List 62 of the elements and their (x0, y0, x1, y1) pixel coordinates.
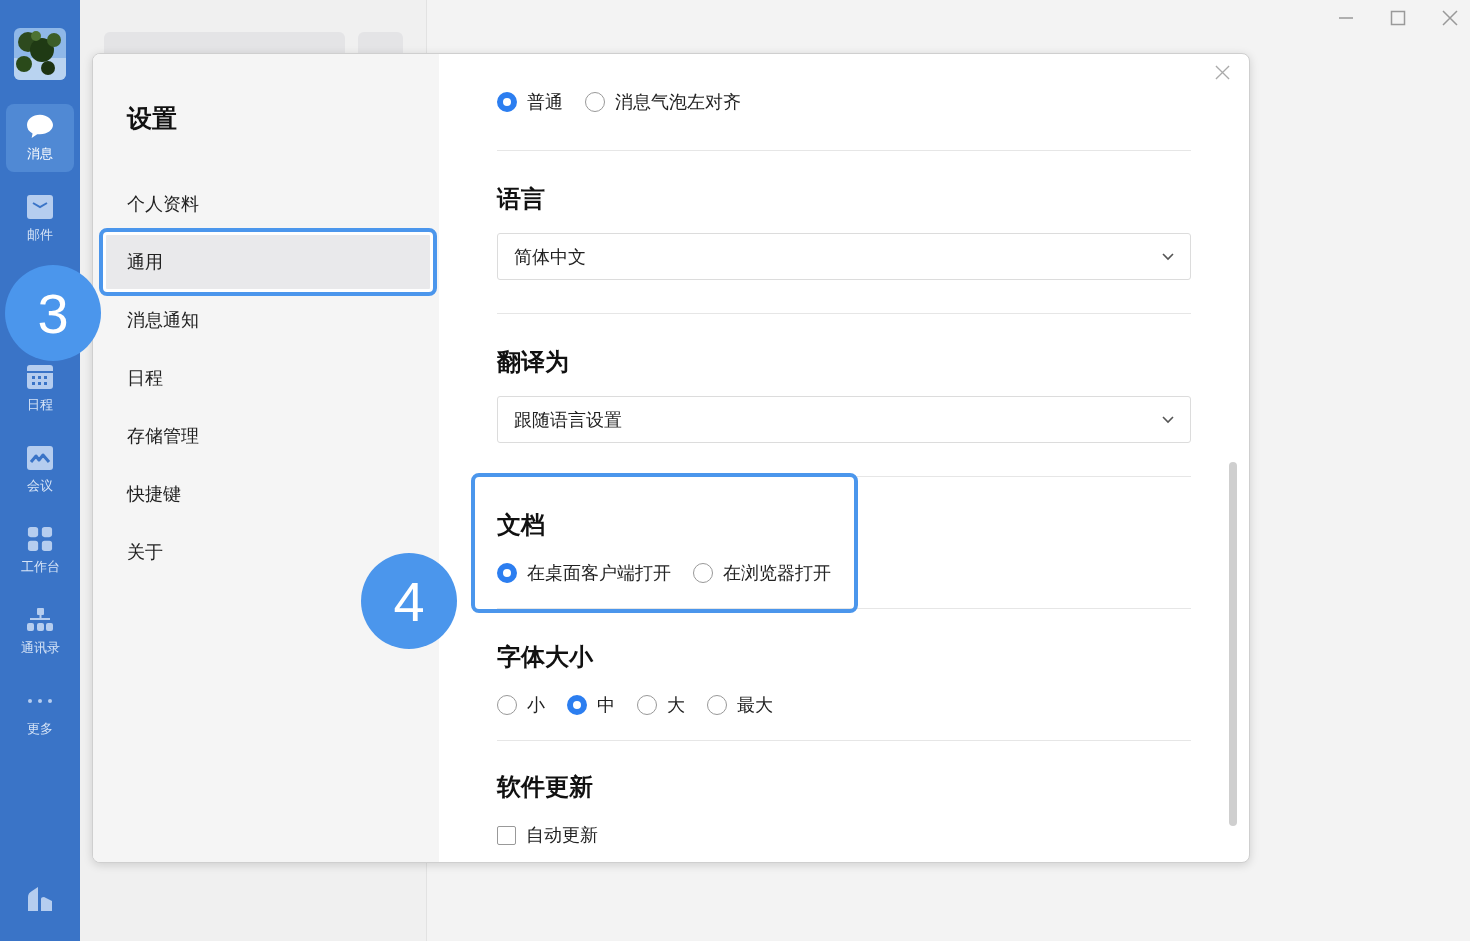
radio-button[interactable] (497, 695, 517, 715)
chat-bubble-icon (26, 113, 54, 139)
language-dropdown[interactable]: 简体中文 (497, 233, 1191, 280)
radio-label: 中 (597, 693, 615, 717)
sidebar-item[interactable]: 日程 (6, 359, 74, 419)
sidebar-item[interactable]: 更多 (6, 683, 74, 743)
radio-button[interactable] (707, 695, 727, 715)
radio-option[interactable]: 最大 (707, 693, 773, 717)
calendar-icon (26, 364, 54, 390)
radio-label: 最大 (737, 693, 773, 717)
radio-option[interactable]: 在浏览器打开 (693, 561, 831, 585)
settings-nav-item[interactable]: 关于 (105, 525, 175, 579)
chevron-down-icon (1162, 415, 1174, 424)
org-chart-icon (26, 607, 54, 633)
close-icon[interactable] (1442, 10, 1458, 26)
radio-label: 小 (527, 693, 545, 717)
section-title: 软件更新 (497, 772, 594, 803)
mountain-icon (26, 445, 54, 471)
section-title: 字体大小 (497, 642, 594, 673)
maximize-icon[interactable] (1390, 10, 1406, 26)
section-title: 翻译为 (497, 347, 570, 378)
checkbox-label: 自动更新 (526, 823, 598, 847)
radio-option[interactable]: 在桌面客户端打开 (497, 561, 671, 585)
radio-label: 在浏览器打开 (723, 561, 831, 585)
radio-button[interactable] (567, 695, 587, 715)
sidebar-item[interactable]: 消息 (6, 104, 74, 172)
settings-nav-item[interactable]: 存储管理 (105, 409, 211, 463)
more-icon (26, 698, 54, 704)
settings-nav-item[interactable]: 消息通知 (105, 293, 211, 347)
section-title: 文档 (497, 510, 546, 541)
scrollbar[interactable] (1229, 462, 1237, 826)
checkbox[interactable] (497, 825, 516, 845)
radio-label: 普通 (527, 90, 563, 114)
sidebar-item[interactable]: 通讯录 (6, 602, 74, 662)
radio-button[interactable] (497, 563, 517, 583)
radio-option[interactable]: 小 (497, 693, 545, 717)
radio-label: 在桌面客户端打开 (527, 561, 671, 585)
sidebar-item[interactable]: 工作台 (6, 521, 74, 581)
sidebar-item[interactable]: 邮件 (6, 189, 74, 249)
radio-button[interactable] (497, 92, 517, 112)
settings-nav-item[interactable]: 快捷键 (105, 467, 193, 521)
radio-option[interactable]: 大 (637, 693, 685, 717)
dialog-title: 设置 (125, 103, 178, 135)
bar-chart-icon[interactable] (27, 885, 53, 911)
language-dropdown[interactable]: 跟随语言设置 (497, 396, 1191, 443)
settings-nav-item[interactable]: 个人资料 (105, 177, 211, 231)
grid-icon (26, 526, 54, 552)
radio-option[interactable]: 中 (567, 693, 615, 717)
radio-button[interactable] (637, 695, 657, 715)
radio-label: 大 (667, 693, 685, 717)
radio-button[interactable] (585, 92, 605, 112)
sidebar-item[interactable]: 会议 (6, 440, 74, 500)
envelope-icon (26, 194, 54, 220)
radio-option[interactable]: 消息气泡左对齐 (585, 90, 741, 114)
radio-option[interactable]: 普通 (497, 90, 563, 114)
settings-nav-item[interactable]: 日程 (105, 351, 175, 405)
chevron-down-icon (1162, 252, 1174, 261)
radio-label: 消息气泡左对齐 (615, 90, 741, 114)
section-title: 语言 (497, 184, 546, 215)
settings-nav-item[interactable]: 通用 (99, 228, 437, 296)
radio-button[interactable] (693, 563, 713, 583)
close-icon[interactable] (1215, 65, 1230, 80)
